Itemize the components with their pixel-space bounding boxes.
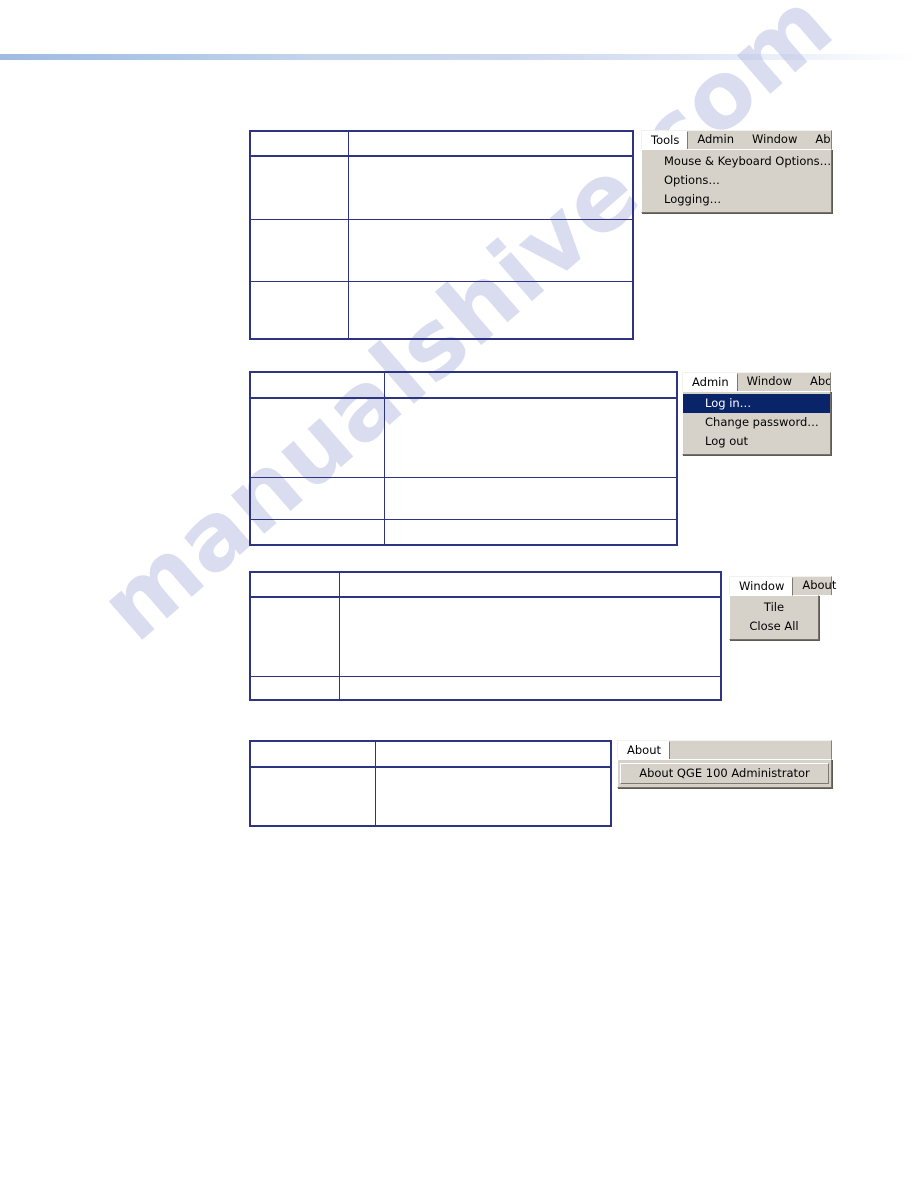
menu-bar-item-tools[interactable]: Tools	[642, 131, 689, 149]
table-header-cell	[249, 371, 385, 399]
table-row	[249, 676, 722, 701]
menu-bar[interactable]: Tools Admin Window About	[641, 130, 832, 149]
table-cell	[249, 281, 349, 340]
admin-menu-widget[interactable]: Admin Window About Log in… Change passwo…	[682, 372, 831, 456]
table-row	[249, 281, 634, 340]
menu-item-logging[interactable]: Logging…	[642, 190, 831, 209]
menu-bar-item-label: Window	[746, 374, 792, 389]
table-header-cell	[339, 571, 722, 598]
menu-bar-item-label: About	[815, 132, 831, 147]
window-menu-table	[249, 571, 722, 701]
table-cell	[249, 519, 385, 546]
admin-menu-table	[249, 371, 678, 546]
tools-menu-widget[interactable]: Tools Admin Window About Mouse & Keyboar…	[641, 130, 832, 214]
menu-item-tile[interactable]: Tile	[730, 598, 818, 617]
menu-bar-item-label: Admin	[697, 132, 734, 147]
menu-bar[interactable]: About	[617, 740, 832, 759]
table-cell	[249, 477, 385, 520]
table-cell	[249, 155, 349, 220]
table-cell	[249, 596, 340, 677]
menu-bar-item-label: About	[810, 374, 830, 389]
table-row	[249, 397, 678, 478]
table-header-cell	[249, 571, 340, 598]
menu-bar-item-label: Tools	[651, 132, 680, 147]
menu-bar-item-window[interactable]: Window	[738, 373, 801, 391]
table-header-cell	[249, 740, 376, 768]
menu-item-log-in[interactable]: Log in…	[683, 394, 830, 414]
about-menu-table	[249, 740, 612, 827]
menu-bar-item-label: Window	[752, 132, 798, 147]
table-cell	[249, 219, 349, 282]
menu-bar-item-admin[interactable]: Admin	[683, 373, 738, 391]
table-cell	[384, 519, 678, 546]
menu-bar[interactable]: Admin Window About	[682, 372, 831, 391]
table-cell	[348, 281, 634, 340]
header-divider-rule	[0, 54, 918, 60]
window-dropdown: Tile Close All	[729, 595, 819, 641]
table-header-row	[249, 571, 722, 598]
menu-item-label: About QGE 100 Administrator	[639, 766, 810, 780]
table-cell	[348, 219, 634, 282]
menu-item-label: Logging…	[664, 192, 722, 207]
menu-bar-item-label: Admin	[692, 374, 729, 389]
table-cell	[375, 766, 612, 827]
menu-bar-item-about[interactable]: About	[806, 131, 831, 149]
menu-item-mouse-keyboard-options[interactable]: Mouse & Keyboard Options…	[642, 152, 831, 171]
menu-item-label: Mouse & Keyboard Options…	[664, 154, 832, 168]
table-row	[249, 519, 678, 546]
menu-bar[interactable]: Window About	[729, 576, 836, 596]
menu-bar-item-label: Window	[739, 578, 785, 593]
menu-bar-item-about[interactable]: About	[793, 577, 845, 595]
menu-bar-item-about[interactable]: About	[618, 741, 671, 759]
menu-bar-item-admin[interactable]: Admin	[688, 131, 743, 149]
menu-item-label: Log out	[705, 434, 749, 449]
window-menu-widget[interactable]: Window About Tile Close All	[729, 576, 836, 641]
menu-bar-item-label: About	[627, 742, 662, 757]
table-header-row	[249, 740, 612, 768]
table-header-cell	[384, 371, 678, 399]
table-cell	[249, 397, 385, 478]
table-row	[249, 477, 678, 520]
menu-item-about-qge-100-administrator[interactable]: About QGE 100 Administrator	[620, 763, 829, 785]
table-header-cell	[249, 130, 349, 157]
about-dropdown: About QGE 100 Administrator	[617, 759, 832, 789]
table-header-cell	[348, 130, 634, 157]
table-cell	[249, 676, 340, 701]
admin-dropdown: Log in… Change password… Log out	[682, 391, 831, 456]
table-row	[249, 219, 634, 282]
table-cell	[384, 397, 678, 478]
tools-menu-table	[249, 130, 634, 340]
menu-item-log-out[interactable]: Log out	[683, 432, 830, 451]
menu-item-options[interactable]: Options…	[642, 171, 831, 190]
menu-item-label: Tile	[763, 600, 785, 614]
table-row	[249, 155, 634, 220]
menu-bar-item-about[interactable]: About	[801, 373, 830, 391]
table-cell	[384, 477, 678, 520]
menu-item-change-password[interactable]: Change password…	[683, 413, 830, 432]
about-menu-widget[interactable]: About About QGE 100 Administrator	[617, 740, 832, 789]
table-cell	[249, 766, 376, 827]
menu-bar-item-window[interactable]: Window	[730, 577, 794, 596]
table-row	[249, 596, 722, 677]
table-cell	[339, 596, 722, 677]
menu-item-label: Options…	[664, 173, 720, 188]
tools-dropdown: Mouse & Keyboard Options… Options… Loggi…	[641, 149, 832, 214]
menu-item-close-all[interactable]: Close All	[730, 617, 818, 636]
menu-bar-item-window[interactable]: Window	[743, 131, 806, 149]
table-header-row	[249, 130, 634, 157]
menu-item-label: Log in…	[705, 396, 752, 410]
menu-bar-item-label: About	[802, 578, 837, 593]
menu-item-label: Close All	[749, 619, 799, 634]
table-cell	[339, 676, 722, 701]
table-header-cell	[375, 740, 612, 768]
table-cell	[348, 155, 634, 220]
table-header-row	[249, 371, 678, 399]
table-row	[249, 766, 612, 827]
menu-item-label: Change password…	[705, 415, 819, 430]
